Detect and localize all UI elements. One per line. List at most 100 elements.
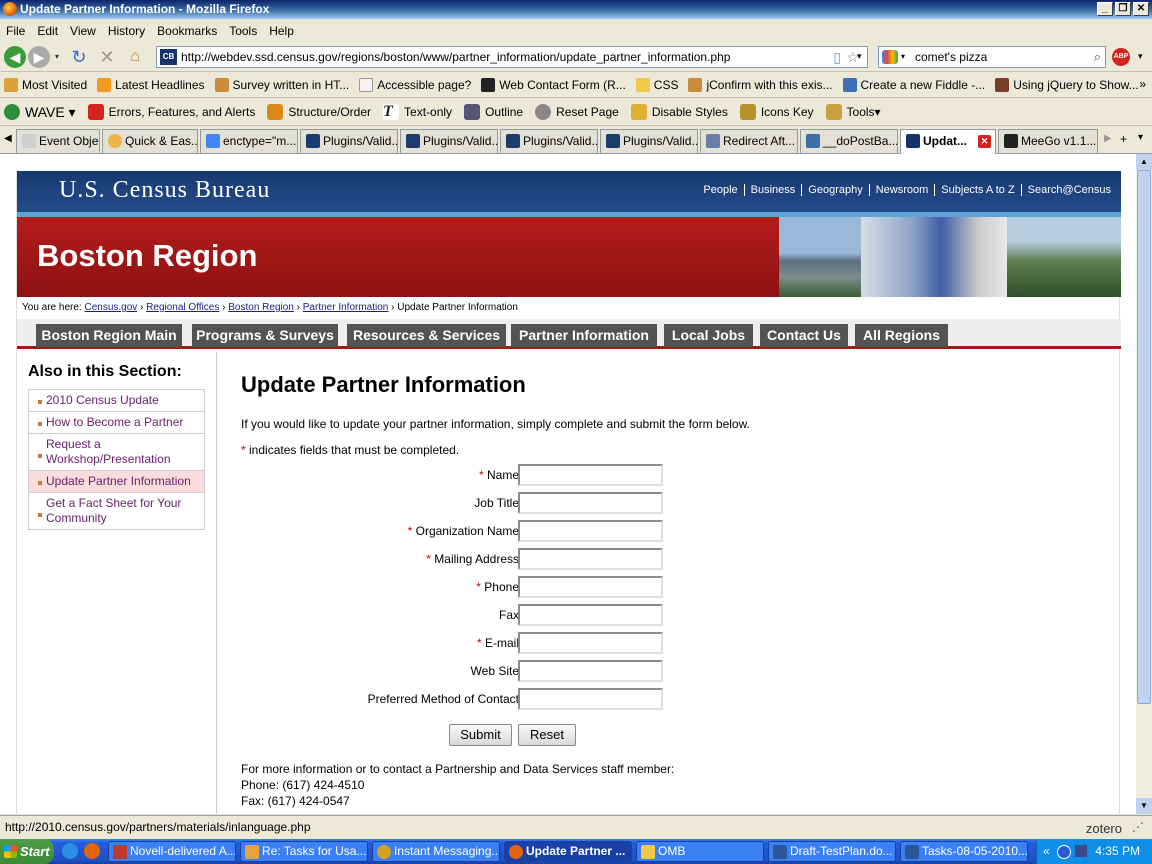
taskbar-item-firefox[interactable]: Update Partner ... <box>504 841 632 862</box>
breadcrumb-partner-information[interactable]: Partner Information <box>303 302 389 313</box>
wave-structure-button[interactable]: Structure/Order <box>267 104 371 120</box>
menu-edit[interactable]: Edit <box>37 24 66 38</box>
menu-bookmarks[interactable]: Bookmarks <box>157 24 225 38</box>
tray-app-icon[interactable] <box>1075 845 1087 857</box>
breadcrumb-census[interactable]: Census.gov <box>84 302 137 313</box>
organization-input[interactable] <box>518 520 663 542</box>
scroll-up-icon[interactable]: ▲ <box>1136 154 1152 170</box>
topnav-search[interactable]: Search@Census <box>1020 184 1117 196</box>
bookmark-jquery-show[interactable]: Using jQuery to Show... <box>995 78 1139 92</box>
wave-tools-menu[interactable]: Tools▾ <box>825 104 881 120</box>
breadcrumb-regional-offices[interactable]: Regional Offices <box>146 302 219 313</box>
bookmark-jconfirm[interactable]: jConfirm with this exis... <box>688 78 833 92</box>
ie-quicklaunch-icon[interactable] <box>62 843 78 859</box>
taskbar-item-draft-testplan[interactable]: Draft-TestPlan.do... <box>768 841 896 862</box>
reset-button[interactable]: Reset <box>518 724 576 746</box>
adblock-dropdown-icon[interactable]: ▾ <box>1138 51 1143 62</box>
search-input[interactable]: comet's pizza <box>915 50 987 64</box>
mailing-address-input[interactable] <box>518 548 663 570</box>
menu-tools[interactable]: Tools <box>229 24 265 38</box>
email-input[interactable] <box>518 632 663 654</box>
search-engine-dropdown-icon[interactable]: ▾ <box>901 47 905 67</box>
tab-update-partner[interactable]: Updat... ✕ <box>900 129 996 154</box>
sidebar-item-request-workshop[interactable]: Request a Workshop/Presentation <box>29 434 204 471</box>
tab-scroll-left-icon[interactable]: ◀ <box>4 133 12 144</box>
tab-enctype[interactable]: enctype="m... <box>200 129 298 153</box>
scrollbar-thumb[interactable] <box>1137 170 1151 704</box>
bookmark-latest-headlines[interactable]: Latest Headlines <box>97 78 205 92</box>
preferred-contact-input[interactable] <box>518 688 663 710</box>
wave-disable-styles-button[interactable]: Disable Styles <box>630 104 728 120</box>
home-icon[interactable]: ⌂ <box>124 46 146 68</box>
phone-input[interactable] <box>518 576 663 598</box>
tab-scroll-right-icon[interactable]: ▶ <box>1104 133 1112 144</box>
minimize-button[interactable]: _ <box>1097 2 1113 16</box>
search-box[interactable]: ▾ comet's pizza ⌕ <box>878 46 1106 68</box>
website-input[interactable] <box>518 660 663 682</box>
fax-input[interactable] <box>518 604 663 626</box>
wave-icons-key-button[interactable]: Icons Key <box>739 104 814 120</box>
close-button[interactable]: ✕ <box>1133 2 1149 16</box>
taskbar-item-omb[interactable]: OMB <box>636 841 764 862</box>
tab-quick-easy[interactable]: Quick & Eas... <box>102 129 198 153</box>
nav-programs-surveys[interactable]: Programs & Surveys <box>192 324 338 347</box>
sidebar-item-census-update[interactable]: 2010 Census Update <box>29 390 204 412</box>
menu-file[interactable]: File <box>6 24 33 38</box>
scroll-down-icon[interactable]: ▼ <box>1136 798 1152 814</box>
breadcrumb-boston-region[interactable]: Boston Region <box>228 302 294 313</box>
forward-arrow-icon[interactable]: ▶ <box>28 46 50 68</box>
tray-expand-icon[interactable]: « <box>1043 839 1050 864</box>
wave-errors-button[interactable]: Errors, Features, and Alerts <box>87 104 255 120</box>
nav-boston-region-main[interactable]: Boston Region Main <box>36 324 182 347</box>
more-bookmarks-chevron-icon[interactable]: » <box>1139 77 1146 91</box>
list-all-tabs-icon[interactable]: ▾ <box>1138 132 1143 143</box>
url-dropdown-icon[interactable]: ▾ <box>857 51 862 62</box>
tab-plugins-validation-2[interactable]: Plugins/Valid... <box>400 129 498 153</box>
adblock-icon[interactable]: ABP <box>1112 48 1130 66</box>
topnav-subjects[interactable]: Subjects A to Z <box>934 184 1020 196</box>
taskbar-item-tasks-doc[interactable]: Tasks-08-05-2010.... <box>900 841 1028 862</box>
bookmark-css[interactable]: CSS <box>635 78 678 92</box>
search-icon[interactable]: ⌕ <box>1094 47 1101 67</box>
tab-dopostback[interactable]: __doPostBa... <box>800 129 898 153</box>
topnav-geography[interactable]: Geography <box>801 184 868 196</box>
topnav-people[interactable]: People <box>697 184 743 196</box>
tab-plugins-validation-4[interactable]: Plugins/Valid... <box>600 129 698 153</box>
bookmark-most-visited[interactable]: Most Visited <box>4 78 87 92</box>
tab-redirect-after[interactable]: Redirect Aft... <box>700 129 798 153</box>
taskbar-item-instant-messaging[interactable]: Instant Messaging... <box>372 841 500 862</box>
address-bar[interactable]: CB http://webdev.ssd.census.gov/regions/… <box>156 46 868 68</box>
vertical-scrollbar[interactable]: ▲ ▼ <box>1136 154 1152 814</box>
bookmark-accessible-page[interactable]: Accessible page? <box>359 78 471 92</box>
reload-icon[interactable]: ↻ <box>68 46 90 68</box>
menu-history[interactable]: History <box>108 24 153 38</box>
taskbar-item-tasks-email[interactable]: Re: Tasks for Usa... <box>240 841 368 862</box>
nav-all-regions[interactable]: All Regions <box>855 324 948 347</box>
topnav-business[interactable]: Business <box>743 184 802 196</box>
bookmark-jsfiddle[interactable]: Create a new Fiddle -... <box>842 78 985 92</box>
job-title-input[interactable] <box>518 492 663 514</box>
submit-button[interactable]: Submit <box>449 724 512 746</box>
history-dropdown-icon[interactable]: ▾ <box>52 46 62 68</box>
sidebar-item-become-partner[interactable]: How to Become a Partner <box>29 412 204 434</box>
firefox-quicklaunch-icon[interactable] <box>84 843 100 859</box>
restore-button[interactable]: ❐ <box>1115 2 1131 16</box>
tab-event-object[interactable]: Event Objec... <box>16 129 100 153</box>
start-button[interactable]: Start <box>0 839 54 864</box>
nav-local-jobs[interactable]: Local Jobs <box>664 324 753 347</box>
close-tab-icon[interactable]: ✕ <box>978 135 991 148</box>
nav-partner-information[interactable]: Partner Information <box>511 324 657 347</box>
new-tab-icon[interactable]: + <box>1120 132 1127 146</box>
menu-help[interactable]: Help <box>269 24 302 38</box>
bookmark-survey[interactable]: Survey written in HT... <box>214 78 349 92</box>
back-arrow-icon[interactable]: ◀ <box>4 46 26 68</box>
wave-menu[interactable]: WAVE ▾ <box>4 104 76 121</box>
bookmark-web-contact-form[interactable]: Web Contact Form (R... <box>481 78 626 92</box>
stop-icon[interactable]: ✕ <box>96 46 118 68</box>
nav-resources-services[interactable]: Resources & Services <box>347 324 506 347</box>
name-input[interactable] <box>518 464 663 486</box>
census-logo[interactable]: U.S. Census Bureau <box>59 177 270 204</box>
menu-view[interactable]: View <box>70 24 104 38</box>
zotero-button[interactable]: zotero <box>1086 818 1122 840</box>
topnav-newsroom[interactable]: Newsroom <box>868 184 935 196</box>
